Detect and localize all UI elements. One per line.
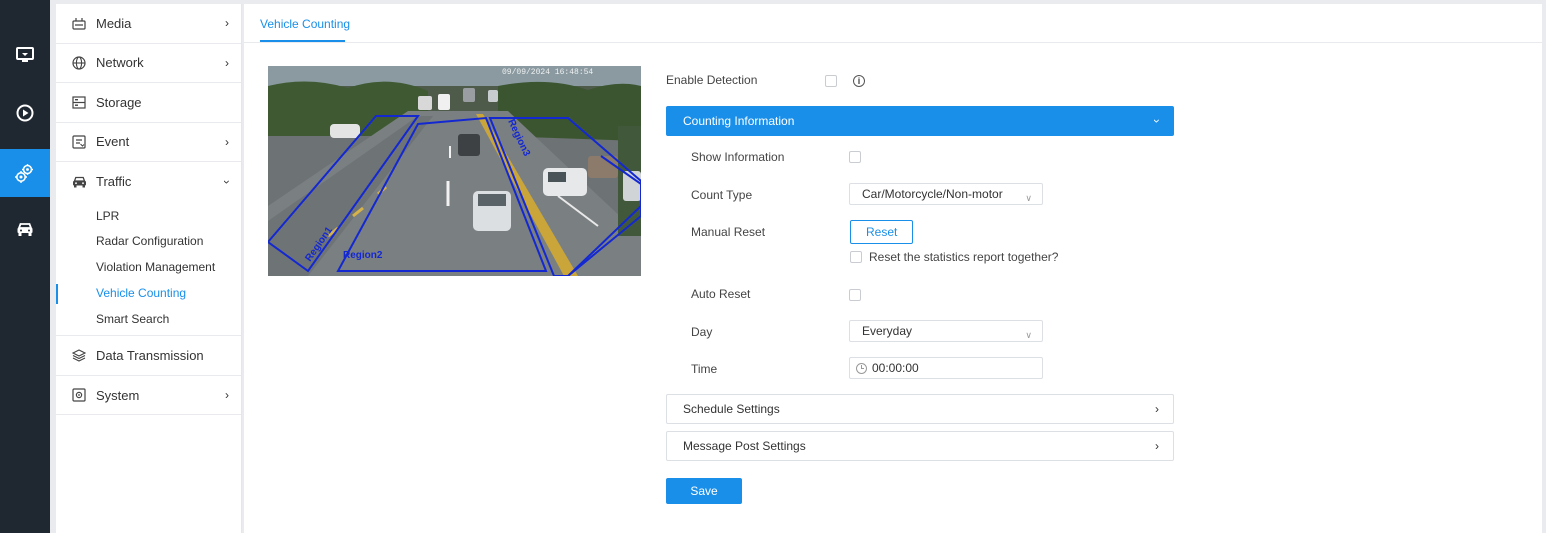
auto-reset-checkbox[interactable] [849,289,861,301]
info-icon[interactable]: i [853,75,865,87]
schedule-settings-header[interactable]: Schedule Settings › [666,394,1174,424]
chevron-right-icon: › [225,16,229,31]
sidebar-subitem-radar-configuration[interactable]: Radar Configuration [56,229,241,255]
sidebar-item-label: Network [96,55,144,71]
count-type-label: Count Type [691,188,753,202]
chevron-right-icon: › [1155,402,1159,416]
sidebar-subitem-violation-management[interactable]: Violation Management [56,255,241,281]
sidebar: Media › Network › Storage Event › Traffi… [56,4,242,533]
media-icon [71,15,87,31]
playback-button[interactable] [0,89,50,137]
chevron-down-icon: ∨ [1025,193,1032,203]
sidebar-item-label: Storage [96,94,142,110]
reset-button[interactable]: Reset [850,220,914,244]
sidebar-item-label: Data Transmission [96,348,204,364]
globe-icon [71,55,87,71]
chevron-down-icon: › [220,179,234,184]
save-button[interactable]: Save [666,478,742,504]
enable-detection-label: Enable Detection [666,73,758,87]
time-value: 00:00:00 [872,361,919,375]
traffic-button[interactable] [0,205,50,253]
car-icon [71,174,87,190]
sidebar-item-event[interactable]: Event › [56,123,241,162]
chevron-right-icon: › [1155,439,1159,453]
section-title: Message Post Settings [683,439,806,453]
preview-timestamp: 09/09/2024 16:48:54 [502,68,593,77]
sidebar-item-label: Media [96,15,132,31]
day-label: Day [691,325,713,339]
reset-report-label: Reset the statistics report together? [869,250,1059,264]
playback-icon [16,104,34,122]
chevron-right-icon: › [225,134,229,149]
settings-button[interactable] [0,149,50,197]
icon-rail [0,0,50,533]
section-title: Counting Information [683,114,795,128]
sidebar-item-network[interactable]: Network › [56,44,241,83]
system-icon [71,387,87,403]
time-input[interactable]: 00:00:00 [849,357,1043,379]
count-type-value: Car/Motorcycle/Non-motor [862,187,1003,201]
storage-icon [71,94,87,110]
section-title: Schedule Settings [683,402,780,416]
tab-underline [260,40,345,42]
show-information-label: Show Information [691,150,785,164]
day-value: Everyday [862,324,913,338]
settings-gears-icon [15,164,33,183]
sidebar-subitem-lpr[interactable]: LPR [56,204,241,230]
sidebar-item-system[interactable]: System › [56,376,241,416]
message-post-settings-header[interactable]: Message Post Settings › [666,431,1174,461]
tab-vehicle-counting[interactable]: Vehicle Counting [260,17,350,31]
sidebar-item-traffic[interactable]: Traffic › [56,162,241,202]
layers-icon [71,348,87,364]
region-label: Region2 [343,250,383,261]
live-view-button[interactable] [0,31,50,79]
chevron-down-icon: ∨ [1025,330,1032,340]
clock-icon [856,362,867,374]
day-select[interactable]: Everyday ∨ [849,320,1043,342]
main-panel: Vehicle Counting Region1 Region2 Region3… [244,4,1542,533]
sidebar-item-label: System [96,387,140,403]
car-icon [17,223,33,236]
chevron-down-icon: › [1150,119,1164,123]
chevron-right-icon: › [225,388,229,403]
sidebar-item-label: Event [96,134,130,150]
sidebar-subitem-vehicle-counting[interactable]: Vehicle Counting [56,281,241,307]
event-icon [71,134,87,150]
sidebar-item-label: Traffic [96,174,132,190]
chevron-right-icon: › [225,55,229,70]
camera-preview[interactable]: Region1 Region2 Region3 09/09/2024 16:48… [268,66,641,276]
sidebar-item-storage[interactable]: Storage [56,83,241,123]
count-type-select[interactable]: Car/Motorcycle/Non-motor ∨ [849,183,1043,205]
sidebar-subitem-smart-search[interactable]: Smart Search [56,307,241,333]
counting-information-header[interactable]: Counting Information › [666,106,1174,136]
tab-bar: Vehicle Counting [244,4,1542,43]
reset-report-checkbox[interactable] [850,251,862,263]
show-information-checkbox[interactable] [849,151,861,163]
enable-detection-checkbox[interactable] [825,75,837,87]
traffic-submenu: LPR Radar Configuration Violation Manage… [56,202,241,337]
monitor-icon [16,47,34,62]
time-label: Time [691,362,718,376]
sidebar-item-data-transmission[interactable]: Data Transmission [56,336,241,376]
manual-reset-label: Manual Reset [691,225,766,239]
auto-reset-label: Auto Reset [691,287,751,301]
sidebar-item-media[interactable]: Media › [56,4,241,44]
